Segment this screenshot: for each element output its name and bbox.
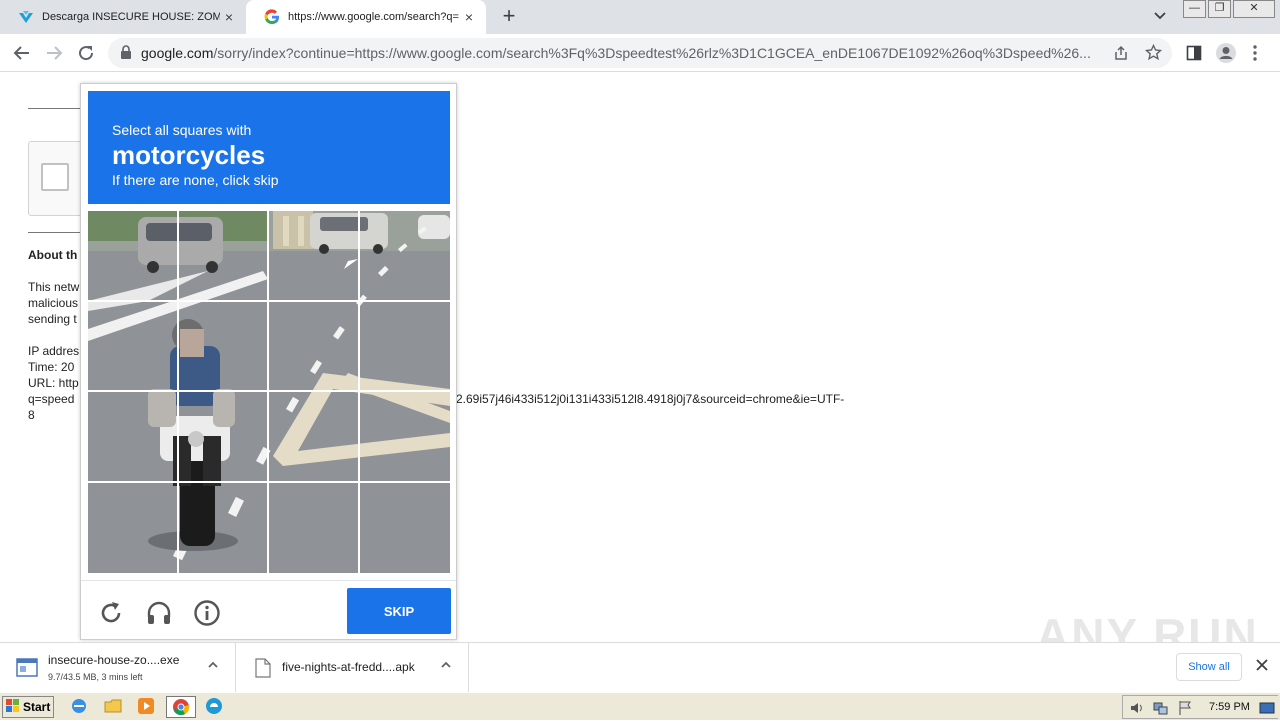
- chevron-up-icon[interactable]: [205, 659, 221, 675]
- browser-toolbar: google.com/sorry/index?continue=https://…: [0, 34, 1280, 72]
- clock: 7:59 PM: [1209, 701, 1250, 713]
- close-window-button[interactable]: ✕: [1233, 0, 1275, 18]
- address-bar[interactable]: google.com/sorry/index?continue=https://…: [108, 38, 1172, 68]
- info-line: URL: http: [28, 376, 79, 390]
- download-status: 9.7/43.5 MB, 3 mins left: [48, 672, 143, 682]
- captcha-tile[interactable]: [88, 392, 178, 482]
- lock-icon[interactable]: [120, 45, 134, 61]
- tab-descarga[interactable]: Descarga INSECURE HOUSE: ZOMBI ×: [0, 0, 246, 34]
- minimize-button[interactable]: —: [1183, 0, 1206, 18]
- reload-icon[interactable]: [74, 41, 98, 65]
- exe-file-icon: [16, 657, 38, 684]
- captcha-tile[interactable]: [269, 483, 359, 573]
- edge-icon[interactable]: [205, 697, 225, 717]
- target-object: motorcycles: [112, 140, 266, 170]
- start-button[interactable]: Start: [2, 696, 54, 718]
- url-end-text: 8: [28, 408, 35, 422]
- recaptcha-checkbox[interactable]: [41, 163, 69, 191]
- flag-icon[interactable]: [1177, 700, 1193, 721]
- share-icon[interactable]: [1113, 45, 1129, 66]
- info-line: IP addres: [28, 344, 80, 358]
- info-icon[interactable]: [193, 599, 221, 627]
- system-tray: 7:59 PM: [1122, 695, 1278, 719]
- url-path: /sorry/index?continue=https://www.google…: [213, 45, 1091, 61]
- url-text[interactable]: google.com/sorry/index?continue=https://…: [141, 45, 1101, 61]
- captcha-tile[interactable]: [179, 392, 269, 482]
- captcha-challenge: Select all squares with motorcycles If t…: [80, 83, 457, 640]
- start-label: Start: [23, 700, 51, 714]
- internet-explorer-icon[interactable]: [70, 697, 90, 717]
- about-heading: About th: [28, 248, 78, 262]
- tab-strip: Descarga INSECURE HOUSE: ZOMBI × https:/…: [0, 0, 1280, 34]
- url-host: google.com: [141, 45, 214, 61]
- close-download-bar-icon[interactable]: [1254, 658, 1270, 676]
- captcha-tile[interactable]: [360, 211, 450, 301]
- tab-google-search[interactable]: https://www.google.com/search?q= ×: [246, 0, 486, 34]
- instruction-subtext: If there are none, click skip: [112, 172, 279, 188]
- show-desktop-icon[interactable]: [1259, 700, 1275, 721]
- google-icon: [264, 9, 280, 25]
- close-tab-icon[interactable]: ×: [220, 8, 238, 26]
- folder-icon[interactable]: [104, 697, 124, 717]
- captcha-tile[interactable]: [269, 302, 359, 392]
- download-site-icon: [18, 9, 34, 25]
- new-tab-button[interactable]: +: [498, 5, 520, 28]
- media-player-icon[interactable]: [137, 697, 157, 717]
- file-icon: [255, 658, 271, 683]
- windows-logo-icon: [6, 698, 20, 716]
- download-item[interactable]: five-nights-at-fredd....apk: [237, 643, 469, 693]
- captcha-image-grid: [88, 211, 450, 573]
- captcha-tile[interactable]: [179, 302, 269, 392]
- chrome-icon[interactable]: [166, 696, 196, 718]
- tab-search-chevron-icon[interactable]: [1150, 8, 1170, 26]
- paragraph-line: This netw: [28, 280, 80, 294]
- network-icon[interactable]: [1153, 700, 1169, 721]
- chevron-up-icon[interactable]: [438, 659, 454, 675]
- show-all-button[interactable]: Show all: [1176, 653, 1242, 681]
- back-icon[interactable]: [10, 41, 34, 65]
- download-filename: five-nights-at-fredd....apk: [282, 660, 415, 674]
- captcha-tile[interactable]: [269, 392, 359, 482]
- captcha-tile[interactable]: [179, 211, 269, 301]
- download-item[interactable]: insecure-house-zo....exe 9.7/43.5 MB, 3 …: [0, 643, 236, 693]
- divider: [28, 232, 80, 233]
- tab-title: https://www.google.com/search?q=: [288, 11, 459, 23]
- captcha-tile[interactable]: [88, 483, 178, 573]
- skip-button[interactable]: SKIP: [347, 588, 451, 634]
- tab-title: Descarga INSECURE HOUSE: ZOMBI: [42, 11, 220, 23]
- windows-taskbar: Start 7:59 PM: [0, 692, 1280, 720]
- captcha-footer: SKIP: [81, 580, 456, 640]
- captcha-tile[interactable]: [88, 302, 178, 392]
- close-tab-icon[interactable]: ×: [460, 8, 478, 26]
- url-tail-text: 2.69i57j46i433i512j0i131i433i512l8.4918j…: [456, 392, 845, 406]
- bookmark-star-icon[interactable]: [1144, 43, 1163, 66]
- download-shelf: insecure-house-zo....exe 9.7/43.5 MB, 3 …: [0, 642, 1280, 693]
- forward-icon[interactable]: [42, 41, 66, 65]
- restore-button[interactable]: ❐: [1208, 0, 1231, 18]
- audio-challenge-headphones-icon[interactable]: [145, 599, 173, 627]
- volume-icon[interactable]: [1129, 700, 1145, 721]
- captcha-tile[interactable]: [360, 392, 450, 482]
- instruction-text: Select all squares with: [112, 122, 252, 138]
- captcha-instructions: Select all squares with motorcycles If t…: [88, 91, 450, 204]
- captcha-tile[interactable]: [360, 483, 450, 573]
- profile-avatar-icon[interactable]: [1215, 42, 1237, 69]
- captcha-tile[interactable]: [88, 211, 178, 301]
- reload-challenge-icon[interactable]: [97, 599, 125, 627]
- paragraph-line: sending t: [28, 312, 77, 326]
- captcha-tile[interactable]: [360, 302, 450, 392]
- side-panel-icon[interactable]: [1186, 45, 1202, 66]
- divider: [28, 108, 80, 109]
- info-line: q=speed: [28, 392, 75, 406]
- captcha-tile[interactable]: [179, 483, 269, 573]
- download-filename: insecure-house-zo....exe: [48, 653, 180, 667]
- captcha-tile[interactable]: [269, 211, 359, 301]
- paragraph-line: malicious: [28, 296, 79, 310]
- info-line: Time: 20: [28, 360, 75, 374]
- kebab-menu-icon[interactable]: [1252, 44, 1258, 67]
